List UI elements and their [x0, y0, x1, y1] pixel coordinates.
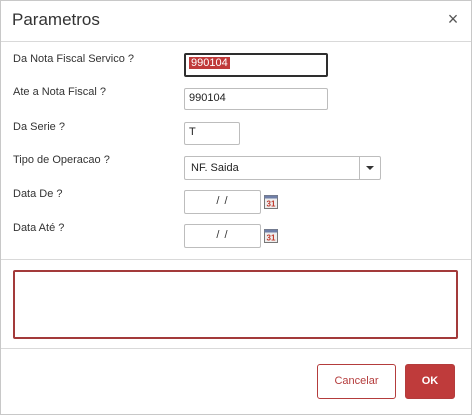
tipo-operacao-label: Tipo de Operacao ?: [13, 154, 110, 166]
close-icon[interactable]: ×: [445, 9, 461, 29]
tipo-operacao-value: NF. Saida: [191, 162, 239, 174]
nota-fiscal-de-input[interactable]: 990104: [184, 53, 328, 77]
nota-fiscal-ate-label: Ate a Nota Fiscal ?: [13, 86, 106, 98]
serie-input[interactable]: T: [184, 122, 240, 145]
ok-button[interactable]: OK: [405, 364, 455, 399]
nota-fiscal-ate-value: 990104: [189, 92, 226, 104]
message-area: [13, 270, 458, 339]
serie-label: Da Serie ?: [13, 121, 65, 133]
serie-value: T: [189, 126, 196, 138]
calendar-icon-text: 31: [267, 200, 276, 209]
data-de-label: Data De ?: [13, 188, 63, 200]
nota-fiscal-ate-input[interactable]: 990104: [184, 88, 328, 110]
data-ate-label: Data Até ?: [13, 222, 65, 234]
calendar-icon[interactable]: 31: [264, 194, 279, 209]
data-ate-input[interactable]: / /: [184, 224, 261, 248]
divider: [1, 259, 471, 260]
nota-fiscal-de-value: 990104: [189, 57, 230, 69]
data-ate-value: / /: [216, 229, 229, 241]
dialog-header: Parametros ×: [1, 1, 471, 42]
nota-fiscal-de-label: Da Nota Fiscal Servico ?: [13, 53, 135, 65]
divider: [1, 348, 471, 349]
data-de-input[interactable]: / /: [184, 190, 261, 214]
dialog-title: Parametros: [12, 10, 100, 29]
chevron-down-icon[interactable]: [359, 157, 380, 179]
tipo-operacao-select[interactable]: NF. Saida: [184, 156, 381, 180]
calendar-icon-text: 31: [267, 234, 276, 243]
calendar-icon[interactable]: 31: [264, 228, 279, 243]
data-de-value: / /: [216, 195, 229, 207]
cancel-button[interactable]: Cancelar: [317, 364, 396, 399]
parametros-dialog: Parametros × Da Nota Fiscal Servico ? 99…: [0, 0, 472, 415]
